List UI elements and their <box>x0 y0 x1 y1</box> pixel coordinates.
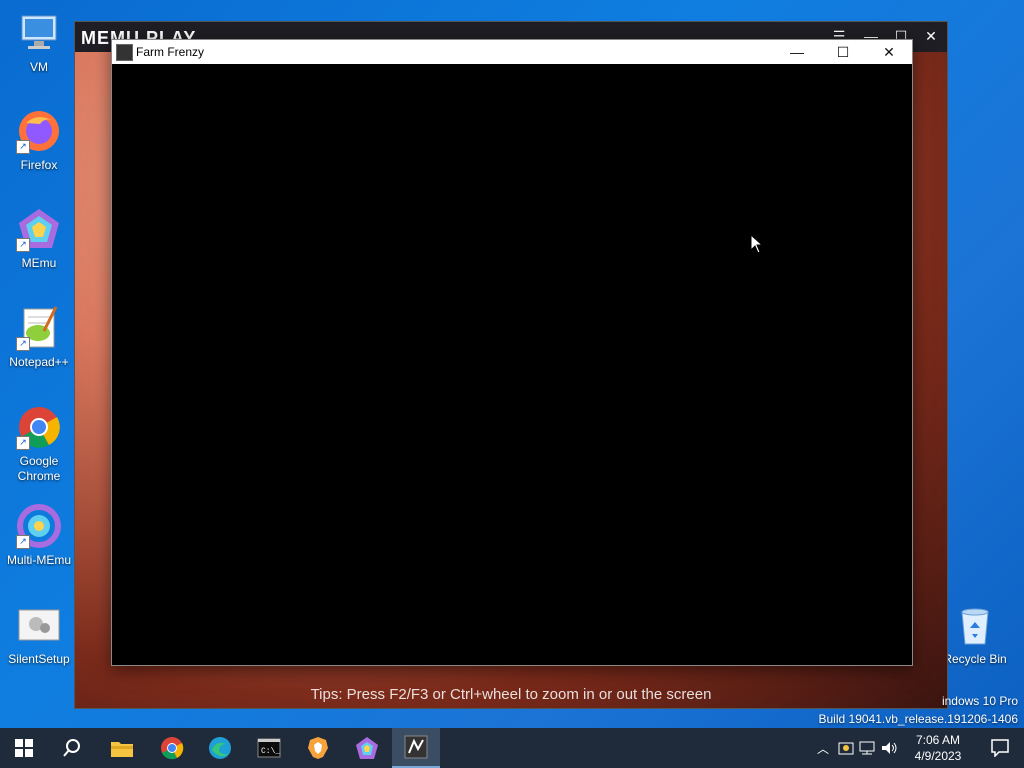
desktop-icon-label: Multi-MEmu <box>6 553 71 567</box>
windows-logo-icon <box>15 739 33 757</box>
desktop-icon-label: Firefox <box>20 158 58 172</box>
desktop-icon-recycle-bin[interactable]: Recycle Bin <box>937 602 1013 667</box>
memu-icon <box>356 737 378 759</box>
mouse-cursor-icon <box>750 234 764 254</box>
setup-icon <box>16 602 62 648</box>
window-title: Farm Frenzy <box>136 45 205 59</box>
volume-icon[interactable] <box>880 740 900 756</box>
show-hidden-icons-chevron-icon[interactable]: ︿ <box>814 740 832 757</box>
taskbar-farm-frenzy[interactable] <box>392 728 440 768</box>
notification-icon <box>991 739 1009 757</box>
network-icon[interactable] <box>858 740 878 756</box>
desktop-icon-vm[interactable]: VM <box>1 10 77 75</box>
taskbar: C:\_ ︿ 7:06 AM 4/9/2023 <box>0 728 1024 768</box>
taskbar-clock[interactable]: 7:06 AM 4/9/2023 <box>907 732 969 764</box>
clock-time: 7:06 AM <box>915 733 961 747</box>
game-canvas[interactable] <box>112 64 912 665</box>
action-center-button[interactable] <box>976 728 1024 768</box>
desktop-icon-label: Notepad++ <box>9 355 69 369</box>
taskbar-chrome[interactable] <box>148 728 196 768</box>
multi-memu-icon: ↗ <box>16 503 62 549</box>
notepadpp-icon: ↗ <box>16 305 62 351</box>
chrome-icon <box>161 737 184 760</box>
memu-tips: Tips: Press F2/F3 or Ctrl+wheel to zoom … <box>310 686 712 703</box>
desktop-icon-memu[interactable]: ↗ MEmu <box>1 206 77 271</box>
firefox-icon: ↗ <box>16 108 62 154</box>
game-window[interactable]: Farm Frenzy — ☐ ✕ <box>111 39 913 666</box>
svg-text:C:\_: C:\_ <box>261 747 280 756</box>
desktop-icon-label: Google Chrome <box>17 454 61 483</box>
desktop-icon-notepadpp[interactable]: ↗ Notepad++ <box>1 305 77 370</box>
taskbar-file-explorer[interactable] <box>98 728 146 768</box>
desktop-icon-label: Recycle Bin <box>943 652 1007 666</box>
search-icon <box>63 739 80 757</box>
terminal-icon: C:\_ <box>257 738 281 758</box>
edge-icon <box>209 737 231 759</box>
brave-icon <box>308 737 328 759</box>
minimize-button[interactable]: — <box>774 40 820 64</box>
recycle-bin-icon <box>952 602 998 648</box>
desktop-icon-silentsetup[interactable]: SilentSetup <box>1 602 77 667</box>
chrome-icon: ↗ <box>16 404 62 450</box>
memu-icon: ↗ <box>16 206 62 252</box>
farm-frenzy-icon <box>116 44 133 61</box>
desktop-icon-firefox[interactable]: ↗ Firefox <box>1 108 77 173</box>
security-icon[interactable] <box>836 740 856 756</box>
desktop-icon-label: SilentSetup <box>8 652 70 666</box>
taskbar-terminal[interactable]: C:\_ <box>245 728 293 768</box>
close-button[interactable]: ✕ <box>866 40 912 64</box>
watermark-build: Build 19041.vb_release.191206-1406 <box>818 712 1019 726</box>
desktop-icon-label: MEmu <box>21 256 57 270</box>
taskbar-edge[interactable] <box>196 728 244 768</box>
maximize-button[interactable]: ☐ <box>820 40 866 64</box>
watermark-edition: indows 10 Pro <box>941 694 1018 708</box>
close-icon[interactable]: ✕ <box>919 28 943 48</box>
game-titlebar[interactable]: Farm Frenzy — ☐ ✕ <box>112 40 912 64</box>
farm-frenzy-icon <box>404 735 428 759</box>
desktop-icon-label: VM <box>30 60 48 74</box>
clock-date: 4/9/2023 <box>914 749 962 763</box>
taskbar-brave[interactable] <box>294 728 342 768</box>
start-button[interactable] <box>0 728 48 768</box>
desktop-icon-chrome[interactable]: ↗ Google Chrome <box>1 404 77 484</box>
search-button[interactable] <box>48 728 96 768</box>
monitor-icon <box>16 10 62 56</box>
desktop-icon-multi-memu[interactable]: ↗ Multi-MEmu <box>1 503 77 568</box>
taskbar-memu[interactable] <box>343 728 391 768</box>
folder-icon <box>111 742 133 757</box>
